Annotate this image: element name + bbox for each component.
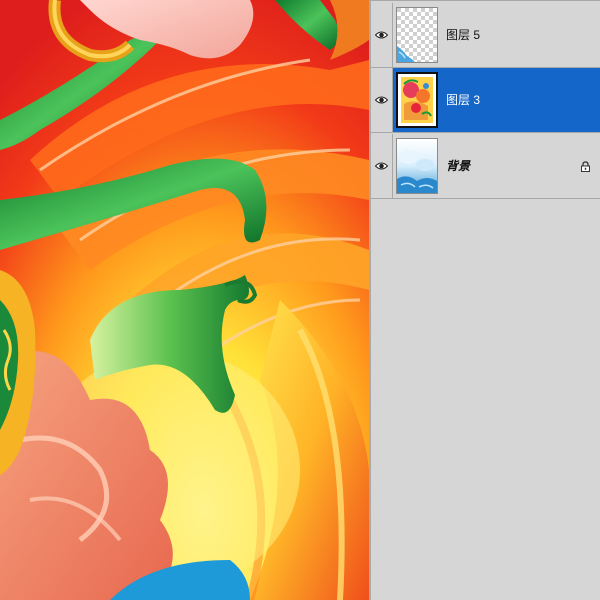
layer-row-background[interactable]: 背景	[371, 134, 600, 198]
layer-row-3[interactable]: 图层 3	[371, 68, 600, 132]
layer-row-5[interactable]: 图层 5	[371, 3, 600, 67]
lock-icon	[581, 161, 590, 172]
layer-name[interactable]: 图层 3	[446, 68, 480, 132]
layer-thumbnail[interactable]	[396, 72, 438, 128]
layer-divider	[371, 198, 600, 199]
artwork-thumbnail	[398, 74, 436, 126]
transparent-checker-thumbnail	[397, 8, 437, 62]
layer-name[interactable]: 图层 5	[446, 3, 480, 67]
visibility-toggle[interactable]	[371, 134, 393, 198]
layer-thumbnail[interactable]	[396, 7, 438, 63]
visibility-toggle[interactable]	[371, 68, 393, 132]
layer-divider	[371, 132, 600, 133]
visibility-toggle[interactable]	[371, 3, 393, 67]
layer-name[interactable]: 背景	[446, 134, 470, 198]
artwork-image	[0, 0, 369, 600]
eye-icon[interactable]	[375, 161, 388, 171]
document-canvas[interactable]	[0, 0, 369, 600]
layer-thumbnail[interactable]	[396, 138, 438, 194]
background-thumbnail	[397, 139, 437, 193]
eye-icon[interactable]	[375, 30, 388, 40]
layers-panel: 图层 5 图层 3 背景	[371, 0, 600, 600]
eye-icon[interactable]	[375, 95, 388, 105]
layer-divider	[371, 0, 600, 1]
